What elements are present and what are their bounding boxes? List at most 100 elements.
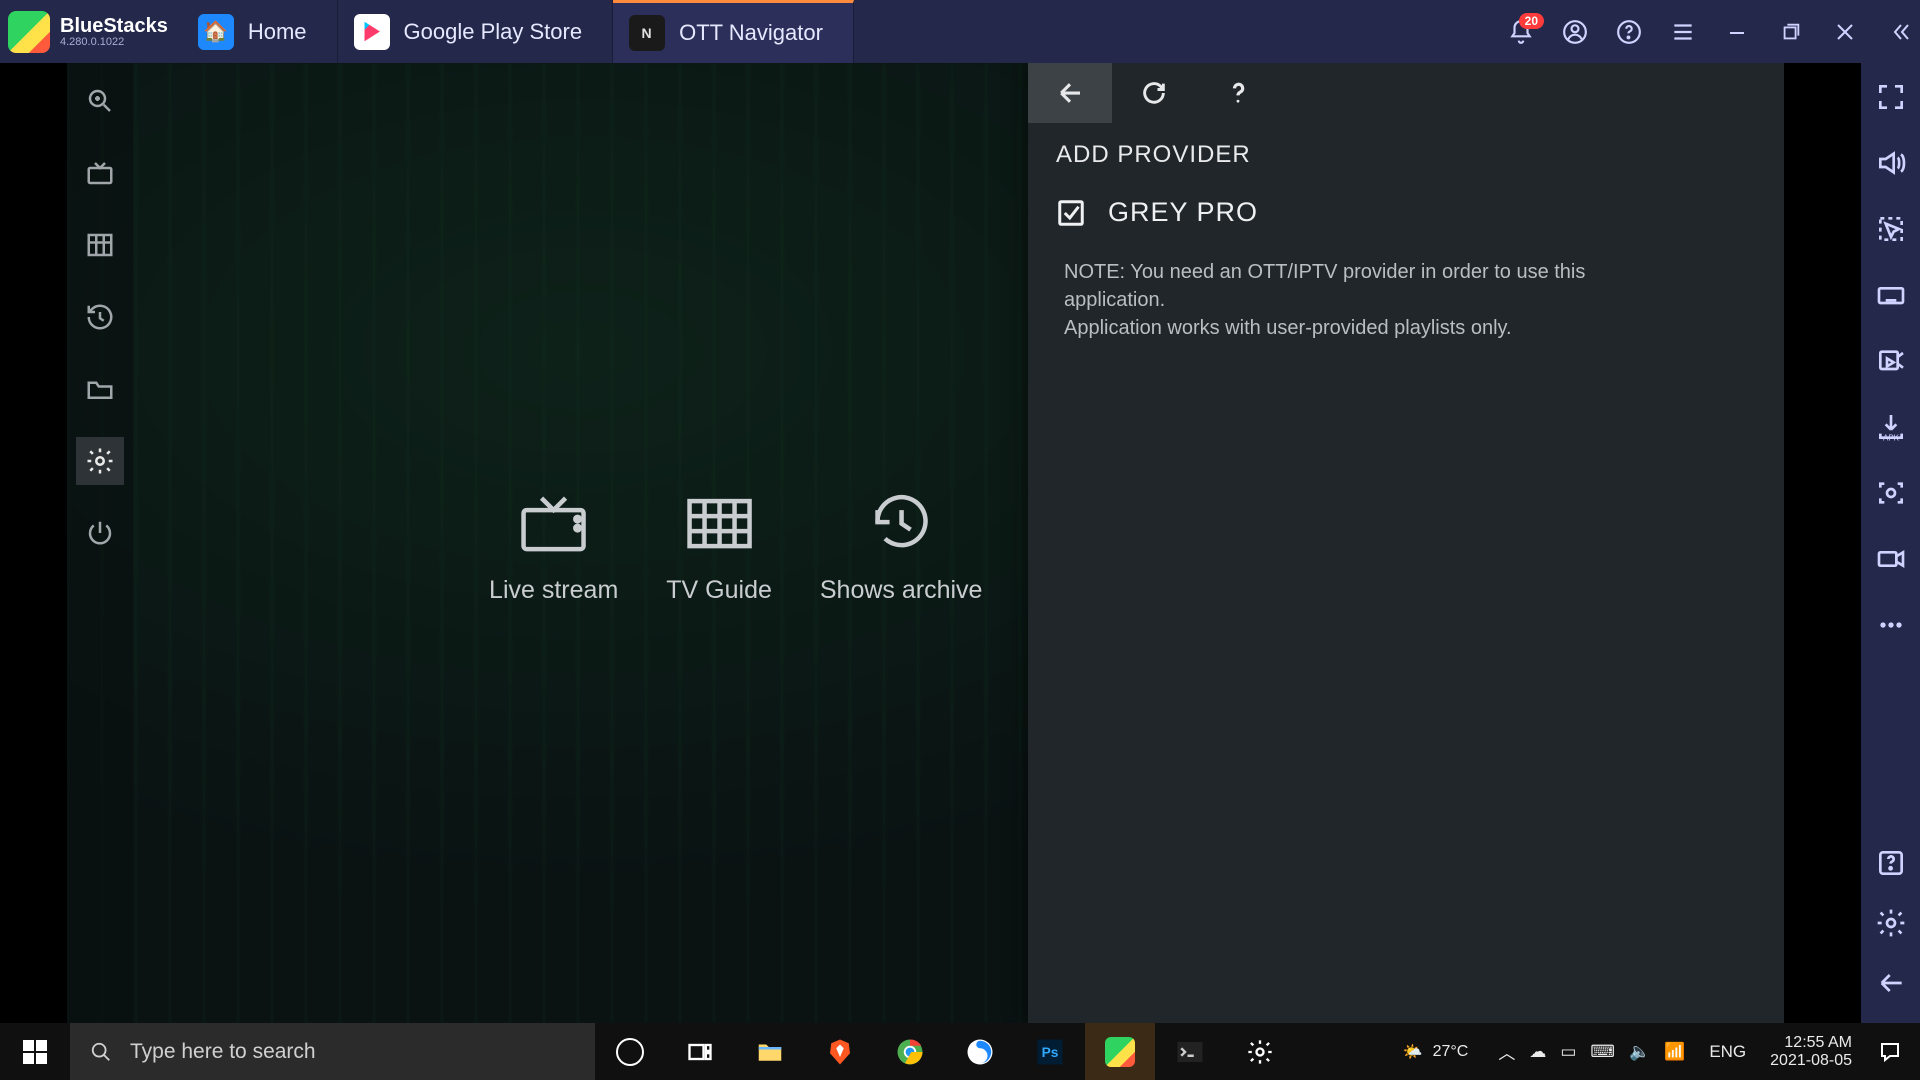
- ott-app: 01:55 Thursday, 5 August Live stream TV …: [67, 63, 1784, 1023]
- tab-home[interactable]: 🏠 Home: [182, 0, 338, 63]
- taskbar-search[interactable]: Type here to search: [70, 1023, 595, 1080]
- nav-search[interactable]: [76, 77, 124, 125]
- lang-code: ENG: [1709, 1042, 1746, 1061]
- grid-icon: [682, 490, 756, 554]
- ott-icon: N: [629, 15, 665, 51]
- add-provider-panel: ADD PROVIDER GREY PRO NOTE: You need an …: [1028, 63, 1784, 1023]
- language-indicator[interactable]: ENG: [1699, 1042, 1756, 1062]
- close-icon[interactable]: [1832, 19, 1858, 45]
- account-icon[interactable]: [1562, 19, 1588, 45]
- bluestacks-tabs: 🏠 Home Google Play Store N OTT Navigator: [182, 0, 854, 63]
- task-settings[interactable]: [1225, 1023, 1295, 1080]
- battery-icon[interactable]: ▭: [1560, 1042, 1576, 1062]
- task-photoshop[interactable]: Ps: [1015, 1023, 1085, 1080]
- sound-icon[interactable]: 🔈: [1629, 1042, 1650, 1062]
- home-icon: 🏠: [198, 14, 234, 50]
- play-store-icon: [354, 14, 390, 50]
- nav-tv[interactable]: [76, 149, 124, 197]
- taskbar-pinned: Ps: [595, 1023, 1295, 1080]
- taskbar-date: 2021-08-05: [1770, 1052, 1852, 1070]
- nav-settings[interactable]: [76, 437, 124, 485]
- panel-note: NOTE: You need an OTT/IPTV provider in o…: [1028, 236, 1668, 342]
- svg-text:APK: APK: [1882, 433, 1899, 442]
- bluestacks-sidepanel: APK: [1861, 63, 1920, 1023]
- cursor-lock-icon[interactable]: [1875, 213, 1907, 245]
- sidepanel-back-icon[interactable]: [1875, 967, 1907, 999]
- task-browser-alt[interactable]: [945, 1023, 1015, 1080]
- wifi-icon[interactable]: 📶: [1664, 1042, 1685, 1062]
- weather-temp: 27°C: [1433, 1043, 1469, 1061]
- record-icon[interactable]: [1875, 543, 1907, 575]
- bluestacks-name: BlueStacks: [60, 16, 168, 36]
- nav-power[interactable]: [76, 509, 124, 557]
- task-chrome[interactable]: [875, 1023, 945, 1080]
- maximize-icon[interactable]: [1778, 19, 1804, 45]
- taskview-icon: [686, 1038, 714, 1066]
- fullscreen-icon[interactable]: [1875, 81, 1907, 113]
- keyboard-tray-icon[interactable]: ⌨: [1590, 1042, 1615, 1062]
- tv-icon: [517, 490, 591, 554]
- terminal-icon: [1175, 1037, 1205, 1067]
- ott-side-nav: [67, 63, 133, 1023]
- more-icon[interactable]: [1875, 609, 1907, 641]
- keyboard-icon[interactable]: [1875, 279, 1907, 311]
- provider-item-grey-pro[interactable]: GREY PRO: [1028, 169, 1784, 236]
- tile-label: Shows archive: [820, 576, 983, 605]
- start-button[interactable]: [0, 1023, 70, 1080]
- media-sync-icon[interactable]: [1875, 345, 1907, 377]
- chrome-icon: [895, 1037, 925, 1067]
- taskbar-clock[interactable]: 12:55 AM 2021-08-05: [1760, 1034, 1862, 1070]
- task-taskview[interactable]: [665, 1023, 735, 1080]
- tab-ott-navigator[interactable]: N OTT Navigator: [613, 0, 854, 63]
- panel-back-button[interactable]: [1028, 63, 1112, 123]
- cortana-icon: [616, 1038, 644, 1066]
- task-cortana[interactable]: [595, 1023, 665, 1080]
- taskbar-tray: 🌤️ 27°C ︿ ☁ ▭ ⌨ 🔈 📶 ENG 12:55 AM 2021-08…: [1387, 1023, 1920, 1080]
- install-apk-icon[interactable]: APK: [1875, 411, 1907, 443]
- sidepanel-help-icon[interactable]: [1875, 847, 1907, 879]
- tile-label: TV Guide: [666, 576, 772, 605]
- tile-live-stream[interactable]: Live stream: [489, 490, 618, 605]
- task-brave[interactable]: [805, 1023, 875, 1080]
- chevron-up-icon[interactable]: ︿: [1498, 1039, 1515, 1064]
- folder-icon: [755, 1037, 785, 1067]
- hamburger-menu-icon[interactable]: [1670, 19, 1696, 45]
- screenshot-icon[interactable]: [1875, 477, 1907, 509]
- gear-icon: [1246, 1038, 1274, 1066]
- bluestacks-logo-icon: [8, 11, 50, 53]
- search-placeholder: Type here to search: [130, 1040, 316, 1064]
- swirl-icon: [965, 1037, 995, 1067]
- tab-label: OTT Navigator: [679, 20, 823, 46]
- nav-history[interactable]: [76, 293, 124, 341]
- action-center-icon[interactable]: [1866, 1040, 1914, 1064]
- notifications-icon[interactable]: 20: [1508, 19, 1534, 45]
- taskbar-time: 12:55 AM: [1784, 1034, 1852, 1052]
- sidepanel-settings-icon[interactable]: [1875, 907, 1907, 939]
- nav-folder[interactable]: [76, 365, 124, 413]
- volume-icon[interactable]: [1875, 147, 1907, 179]
- bluestacks-titlebar: BlueStacks 4.280.0.1022 🏠 Home Google Pl…: [0, 0, 1920, 63]
- task-bluestacks[interactable]: [1085, 1023, 1155, 1080]
- panel-title: ADD PROVIDER: [1028, 123, 1784, 169]
- minimize-icon[interactable]: [1724, 19, 1750, 45]
- bluestacks-icon: [1105, 1037, 1135, 1067]
- tab-google-play[interactable]: Google Play Store: [338, 0, 614, 63]
- help-icon[interactable]: [1616, 19, 1642, 45]
- onedrive-icon[interactable]: ☁: [1529, 1042, 1546, 1062]
- tile-tv-guide[interactable]: TV Guide: [666, 490, 772, 605]
- brave-icon: [825, 1037, 855, 1067]
- letterbox-right: [1784, 63, 1861, 1023]
- system-tray[interactable]: ︿ ☁ ▭ ⌨ 🔈 📶: [1488, 1039, 1695, 1064]
- weather-icon: 🌤️: [1403, 1042, 1423, 1062]
- task-file-explorer[interactable]: [735, 1023, 805, 1080]
- panel-refresh-button[interactable]: [1112, 63, 1196, 123]
- titlebar-controls: 20: [1508, 0, 1880, 63]
- tile-shows-archive[interactable]: Shows archive: [820, 490, 983, 605]
- task-terminal[interactable]: [1155, 1023, 1225, 1080]
- notification-badge: 20: [1519, 13, 1544, 29]
- weather-widget[interactable]: 🌤️ 27°C: [1387, 1042, 1485, 1062]
- collapse-sidepanel-icon[interactable]: [1880, 0, 1920, 63]
- panel-help-button[interactable]: [1196, 63, 1280, 123]
- note-line: NOTE: You need an OTT/IPTV provider in o…: [1064, 258, 1632, 314]
- nav-guide[interactable]: [76, 221, 124, 269]
